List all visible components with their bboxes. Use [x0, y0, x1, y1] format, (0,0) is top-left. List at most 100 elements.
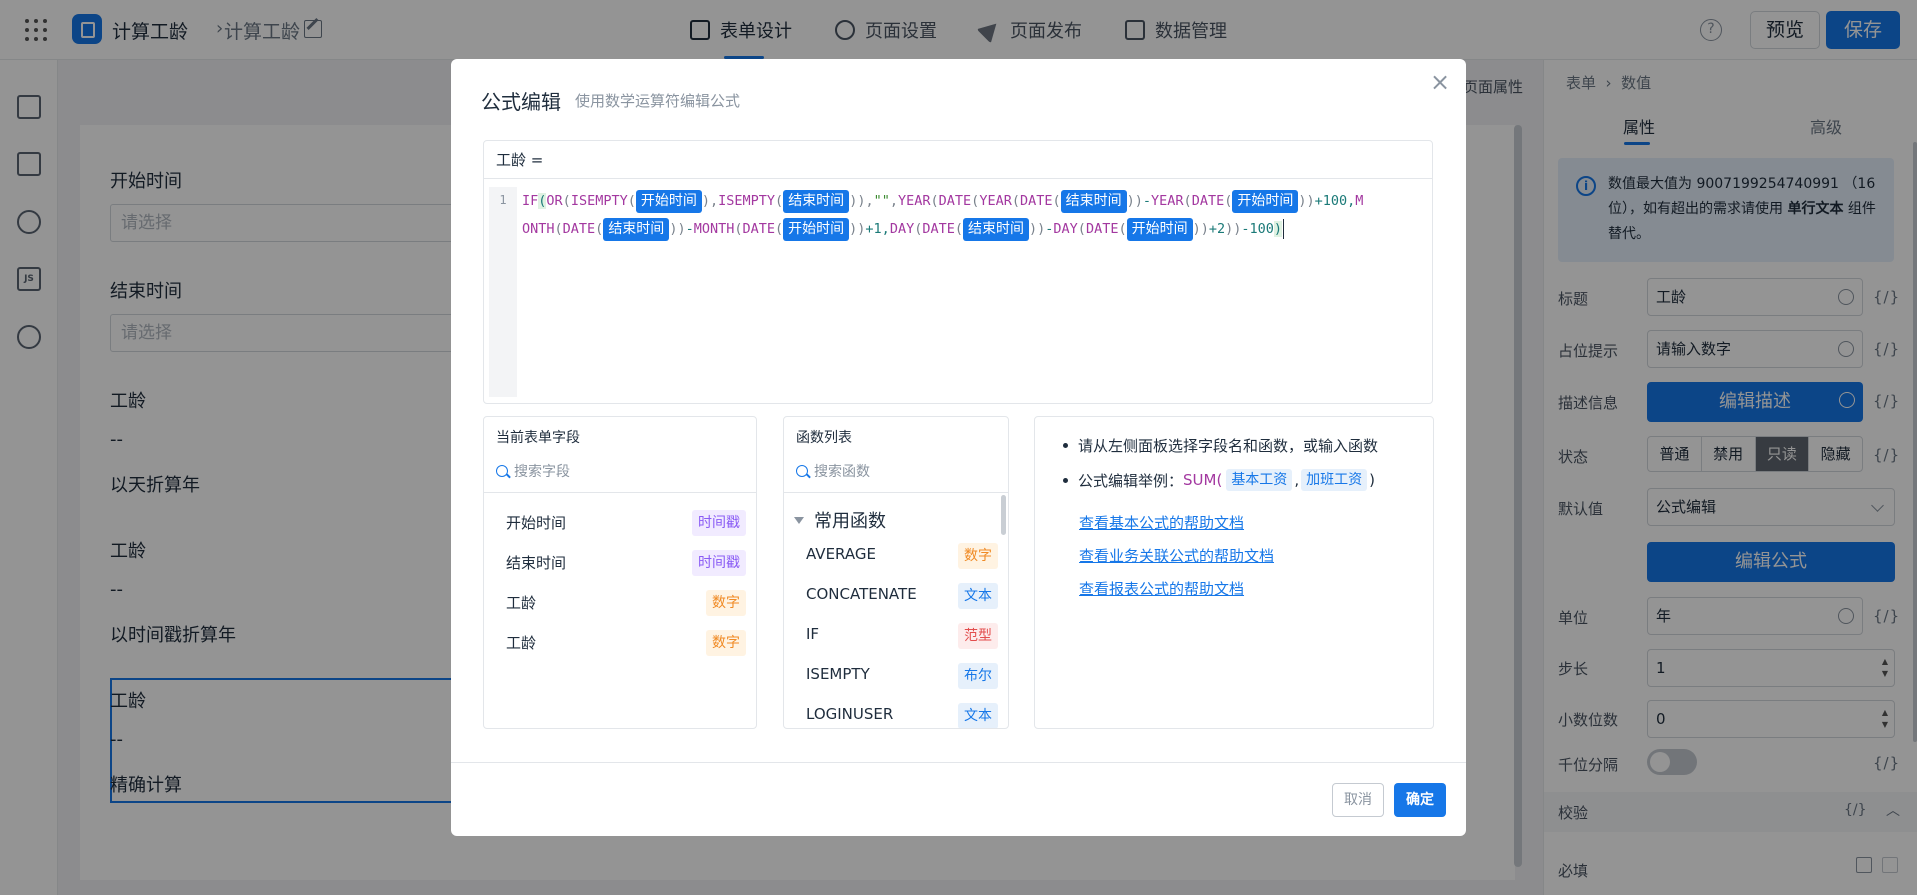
punctuation-token: ( [1052, 193, 1061, 209]
punctuation-token: ( [914, 221, 923, 237]
type-badge: 时间戳 [692, 550, 746, 576]
function-token: OR [546, 193, 563, 209]
function-item[interactable]: ISEMPTY 布尔 [784, 655, 1008, 695]
field-token[interactable]: 开始时间 [1232, 189, 1299, 213]
punctuation-token: )) [1225, 221, 1242, 237]
confirm-button[interactable]: 确定 [1394, 783, 1446, 817]
type-badge: 布尔 [958, 663, 998, 689]
punctuation-token: ( [1118, 221, 1127, 237]
punctuation-token: )) [669, 221, 686, 237]
function-token: ISEMPTY [570, 193, 628, 209]
function-item[interactable]: AVERAGE 数字 [784, 535, 1008, 575]
function-token: DATE [938, 193, 972, 209]
punctuation-token: ( [930, 193, 939, 209]
dialog-footer-divider [451, 762, 1466, 763]
field-token[interactable]: 结束时间 [963, 217, 1029, 241]
field-item[interactable]: 开始时间 时间戳 [484, 502, 756, 542]
function-item-name: CONCATENATE [806, 585, 917, 603]
function-token: DAY [889, 221, 915, 237]
function-token: DAY [1053, 221, 1078, 237]
text-caret [1283, 219, 1285, 239]
function-token: DATE [922, 221, 955, 237]
field-item[interactable]: 工龄 数字 [484, 622, 756, 662]
punctuation-token: ) [701, 193, 710, 209]
line-number-gutter: 1 [489, 187, 517, 397]
function-token: YEAR [979, 193, 1012, 209]
function-token: M [1355, 193, 1364, 209]
field-token[interactable]: 结束时间 [1060, 189, 1127, 213]
punctuation-token: ( [971, 193, 980, 209]
type-badge: 数字 [706, 590, 746, 616]
field-item-name: 工龄 [506, 594, 537, 612]
function-token: DATE [1085, 221, 1119, 237]
function-token: ONTH [522, 221, 555, 237]
punctuation-token: , [889, 193, 898, 209]
cancel-button[interactable]: 取消 [1332, 783, 1384, 817]
punctuation-token: ( [595, 221, 604, 237]
help-link-business[interactable]: 查看业务关联公式的帮助文档 [1079, 545, 1274, 566]
punctuation-token: ( [1077, 221, 1086, 237]
type-badge: 范型 [958, 623, 998, 649]
operator-token: +1, [865, 221, 890, 237]
type-badge: 时间戳 [692, 510, 746, 536]
function-group-common[interactable]: 常用函数 [794, 507, 886, 533]
function-token: DATE [1019, 193, 1053, 209]
punctuation-token: )) [1126, 193, 1143, 209]
field-item[interactable]: 工龄 数字 [484, 582, 756, 622]
function-token: YEAR [898, 193, 931, 209]
formula-target-label: 工龄 = [484, 141, 1432, 179]
field-token[interactable]: 开始时间 [783, 217, 850, 241]
search-icon [796, 465, 808, 477]
type-badge: 数字 [958, 543, 998, 569]
operator-token: - [1045, 221, 1054, 237]
punctuation-token: ( [734, 221, 743, 237]
punctuation-token: ( [1183, 193, 1192, 209]
help-tip-1: 请从左侧面板选择字段名和函数，或输入函数 [1063, 435, 1378, 456]
field-search-input[interactable]: 搜索字段 [496, 461, 570, 481]
help-tip-2: 公式编辑举例： SUM( 基本工资 , 加班工资 ) [1063, 469, 1375, 491]
functions-panel-title: 函数列表 [796, 430, 852, 446]
function-token: DATE [742, 221, 776, 237]
field-token[interactable]: 开始时间 [635, 189, 702, 213]
help-link-basic[interactable]: 查看基本公式的帮助文档 [1079, 512, 1244, 533]
divider [784, 492, 1008, 493]
formula-line-1[interactable]: IF(OR(ISEMPTY(开始时间), ISEMPTY(结束时间)), "", YE… [522, 187, 1427, 215]
matched-paren: ) [1273, 221, 1283, 237]
field-item[interactable]: 结束时间 时间戳 [484, 542, 756, 582]
dialog-title: 公式编辑 [481, 90, 561, 114]
field-token[interactable]: 开始时间 [1126, 217, 1193, 241]
type-badge: 数字 [706, 630, 746, 656]
function-search-input[interactable]: 搜索函数 [796, 461, 870, 481]
punctuation-token: ( [627, 193, 636, 209]
field-item-name: 开始时间 [506, 514, 567, 532]
punctuation-token: ( [554, 221, 563, 237]
punctuation-token: , [710, 193, 719, 209]
punctuation-token: ( [562, 193, 571, 209]
dialog-subtitle: 使用数学运算符编辑公式 [575, 92, 741, 110]
type-badge: 文本 [958, 583, 998, 609]
string-token: "" [873, 193, 890, 209]
formula-code[interactable]: IF(OR(ISEMPTY(开始时间), ISEMPTY(结束时间)), "", YE… [522, 187, 1427, 243]
punctuation-token: , [865, 193, 874, 209]
function-token: YEAR [1151, 193, 1184, 209]
type-badge: 文本 [958, 703, 998, 728]
operator-token: - [1142, 193, 1152, 209]
functions-scrollbar[interactable] [1001, 495, 1006, 535]
field-token[interactable]: 结束时间 [783, 189, 850, 213]
function-token: IF [522, 193, 539, 209]
close-icon[interactable]: × [1428, 70, 1452, 95]
caret-down-icon [794, 516, 804, 524]
functions-panel: 函数列表 搜索函数 常用函数 AVERAGE 数字 CONCATENATE 文本 IF 范… [783, 416, 1009, 729]
punctuation-token: ( [954, 221, 963, 237]
punctuation-token: )) [849, 221, 866, 237]
function-item[interactable]: LOGINUSER 文本 [784, 695, 1008, 728]
function-item-name: IF [806, 625, 820, 643]
function-token: ISEMPTY [718, 193, 776, 209]
help-link-report[interactable]: 查看报表公式的帮助文档 [1079, 578, 1244, 599]
operator-token: +2 [1208, 221, 1226, 237]
function-item[interactable]: CONCATENATE 文本 [784, 575, 1008, 615]
formula-line-2[interactable]: ONTH(DATE(结束时间)) - MONTH(DATE(开始时间)) +1, DAY… [522, 215, 1427, 243]
formula-editor[interactable]: 工龄 = 1 IF(OR(ISEMPTY(开始时间), ISEMPTY(结束时间)… [483, 140, 1433, 404]
function-item[interactable]: IF 范型 [784, 615, 1008, 655]
field-token[interactable]: 结束时间 [603, 217, 670, 241]
